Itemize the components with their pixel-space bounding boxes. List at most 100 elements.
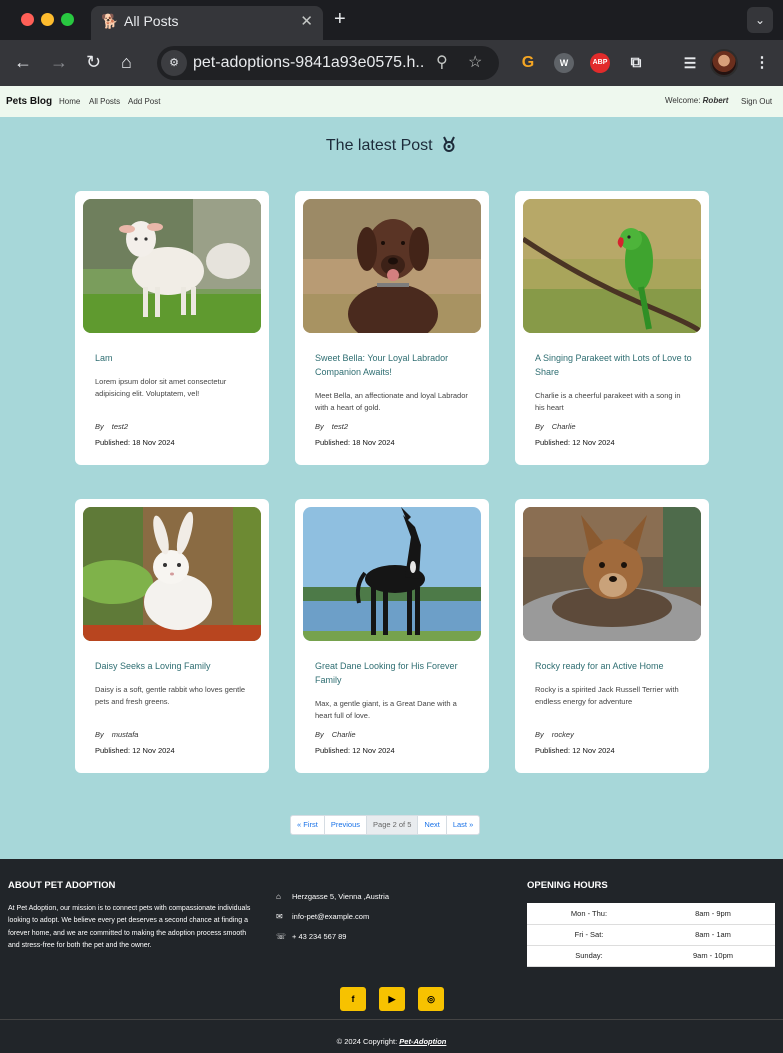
post-date: Published: 12 Nov 2024 [95, 746, 175, 755]
post-title[interactable]: Daisy Seeks a Loving Family [95, 659, 255, 673]
post-date: Published: 12 Nov 2024 [535, 746, 615, 755]
post-description: Lorem ipsum dolor sit amet consectetur a… [95, 377, 227, 398]
extensions-puzzle-icon[interactable]: ⧉ [626, 53, 646, 73]
welcome-label: Welcome: [665, 96, 701, 105]
adblock-icon[interactable]: ABP [590, 53, 610, 73]
home-icon[interactable]: ⌂ [121, 52, 132, 72]
post-author-label: By [315, 730, 324, 739]
current-page-indicator: Page 2 of 5 [367, 816, 419, 834]
post-image-parakeet[interactable] [523, 199, 701, 333]
nav-home-link[interactable]: Home [59, 97, 80, 106]
site-navbar: Pets Blog Home All Posts Add Post Welcom… [0, 86, 783, 117]
post-author-name: Charlie [551, 422, 576, 431]
welcome-text: Welcome: Robert [665, 96, 728, 105]
youtube-icon[interactable]: ▶ [379, 987, 405, 1011]
hours-time: 8am - 1am [651, 924, 775, 946]
post-title[interactable]: Lam [95, 351, 255, 365]
site-info-icon[interactable]: ⚙ [161, 50, 187, 76]
post-author-name: Charlie [331, 730, 356, 739]
post-image-lamb[interactable] [83, 199, 261, 333]
post-author-name: mustafa [111, 730, 139, 739]
minimize-window-button[interactable] [41, 13, 54, 26]
pagination: « First Previous Page 2 of 5 Next Last » [290, 815, 481, 835]
maximize-window-button[interactable] [61, 13, 74, 26]
post-image-great-dane[interactable] [303, 507, 481, 641]
next-page-button[interactable]: Next [418, 816, 447, 834]
section-title-text: The latest Post [325, 137, 433, 154]
address-text: Herzgasse 5, Vienna ,Austria [292, 892, 389, 901]
star-icon[interactable]: ☆ [468, 52, 482, 72]
hours-day: Mon - Thu: [527, 903, 651, 925]
post-description: Charlie is a cheerful parakeet with a so… [535, 391, 681, 412]
post-card[interactable]: Sweet Bella: Your Loyal Labrador Compani… [295, 191, 489, 465]
post-card[interactable]: Great Dane Looking for His Forever Famil… [295, 499, 489, 773]
instagram-icon[interactable]: ◎ [418, 987, 444, 1011]
browser-menu-icon[interactable]: ⋮ [752, 53, 772, 73]
hours-day: Fri - Sat: [527, 924, 651, 946]
post-image-yorkie[interactable] [523, 507, 701, 641]
new-tab-icon[interactable]: + [334, 8, 346, 31]
contact-address: ⌂ Herzgasse 5, Vienna ,Austria [276, 892, 389, 901]
post-image-labrador[interactable] [303, 199, 481, 333]
phone-icon: ☏ [276, 932, 287, 941]
post-author-label: By [535, 730, 544, 739]
forward-arrow-icon[interactable]: → [50, 52, 68, 72]
post-title[interactable]: Sweet Bella: Your Loyal Labrador Compani… [315, 351, 475, 379]
post-card[interactable]: Daisy Seeks a Loving Family Daisy is a s… [75, 499, 269, 773]
close-window-button[interactable] [21, 13, 34, 26]
post-author: By rockey [535, 730, 574, 739]
copyright-link[interactable]: Pet-Adoption [399, 1037, 446, 1046]
post-title[interactable]: Rocky ready for an Active Home [535, 659, 695, 673]
post-card[interactable]: A Singing Parakeet with Lots of Love to … [515, 191, 709, 465]
sign-out-link[interactable]: Sign Out [741, 97, 772, 106]
facebook-icon[interactable]: f [340, 987, 366, 1011]
zoom-icon[interactable]: ⚲ [436, 52, 448, 72]
post-description: Meet Bella, an affectionate and loyal La… [315, 391, 468, 412]
hours-row: Fri - Sat: 8am - 1am [527, 924, 775, 946]
post-title[interactable]: A Singing Parakeet with Lots of Love to … [535, 351, 695, 379]
phone-text[interactable]: + 43 234 567 89 [292, 932, 346, 941]
profile-avatar[interactable] [710, 49, 738, 77]
post-image-rabbit[interactable] [83, 507, 261, 641]
hours-heading: OPENING HOURS [527, 880, 608, 891]
post-author-label: By [315, 422, 324, 431]
post-card[interactable]: Rocky ready for an Active Home Rocky is … [515, 499, 709, 773]
close-tab-icon[interactable]: ✕ [300, 12, 313, 30]
home-address-icon: ⌂ [276, 892, 281, 901]
copyright-prefix: © 2024 Copyright: [336, 1037, 398, 1046]
site-brand[interactable]: Pets Blog [6, 96, 52, 107]
browser-tab[interactable]: 🐕 All Posts ✕ [91, 6, 323, 40]
first-page-button[interactable]: « First [291, 816, 325, 834]
media-queue-icon[interactable]: ☰ [680, 53, 700, 73]
nav-all-posts-link[interactable]: All Posts [89, 97, 120, 106]
post-date: Published: 18 Nov 2024 [95, 438, 175, 447]
medal-icon [443, 136, 455, 152]
post-author-label: By [95, 730, 104, 739]
tab-search-icon[interactable]: ⌄ [747, 7, 773, 33]
nav-add-post-link[interactable]: Add Post [128, 97, 160, 106]
extension-g-icon[interactable]: G [518, 53, 538, 73]
section-heading: The latest Post [0, 136, 783, 155]
email-text[interactable]: info-pet@example.com [292, 912, 369, 921]
last-page-button[interactable]: Last » [447, 816, 479, 834]
reload-icon[interactable]: ↻ [86, 52, 101, 72]
post-author: By Charlie [535, 422, 576, 431]
post-card[interactable]: Lam Lorem ipsum dolor sit amet consectet… [75, 191, 269, 465]
post-author: By test2 [315, 422, 348, 431]
contact-phone: ☏ + 43 234 567 89 [276, 932, 346, 941]
back-arrow-icon[interactable]: ← [14, 52, 32, 72]
hours-row: Mon - Thu: 8am - 9pm [527, 903, 775, 925]
post-author: By test2 [95, 422, 128, 431]
url-text[interactable]: pet-adoptions-9841a93e0575.h... [193, 54, 425, 72]
browser-titlebar: 🐕 All Posts ✕ + ⌄ [0, 0, 783, 40]
extension-w-icon[interactable]: W [554, 53, 574, 73]
post-author-label: By [535, 422, 544, 431]
post-author-label: By [95, 422, 104, 431]
previous-page-button[interactable]: Previous [325, 816, 368, 834]
opening-hours-table: Mon - Thu: 8am - 9pm Fri - Sat: 8am - 1am … [527, 903, 775, 967]
post-date: Published: 12 Nov 2024 [315, 746, 395, 755]
post-title[interactable]: Great Dane Looking for His Forever Famil… [315, 659, 475, 687]
hours-time: 9am - 10pm [651, 945, 775, 967]
address-bar[interactable]: ⚙ pet-adoptions-9841a93e0575.h... ⚲ ☆ [157, 46, 499, 80]
post-author-name: test2 [331, 422, 349, 431]
